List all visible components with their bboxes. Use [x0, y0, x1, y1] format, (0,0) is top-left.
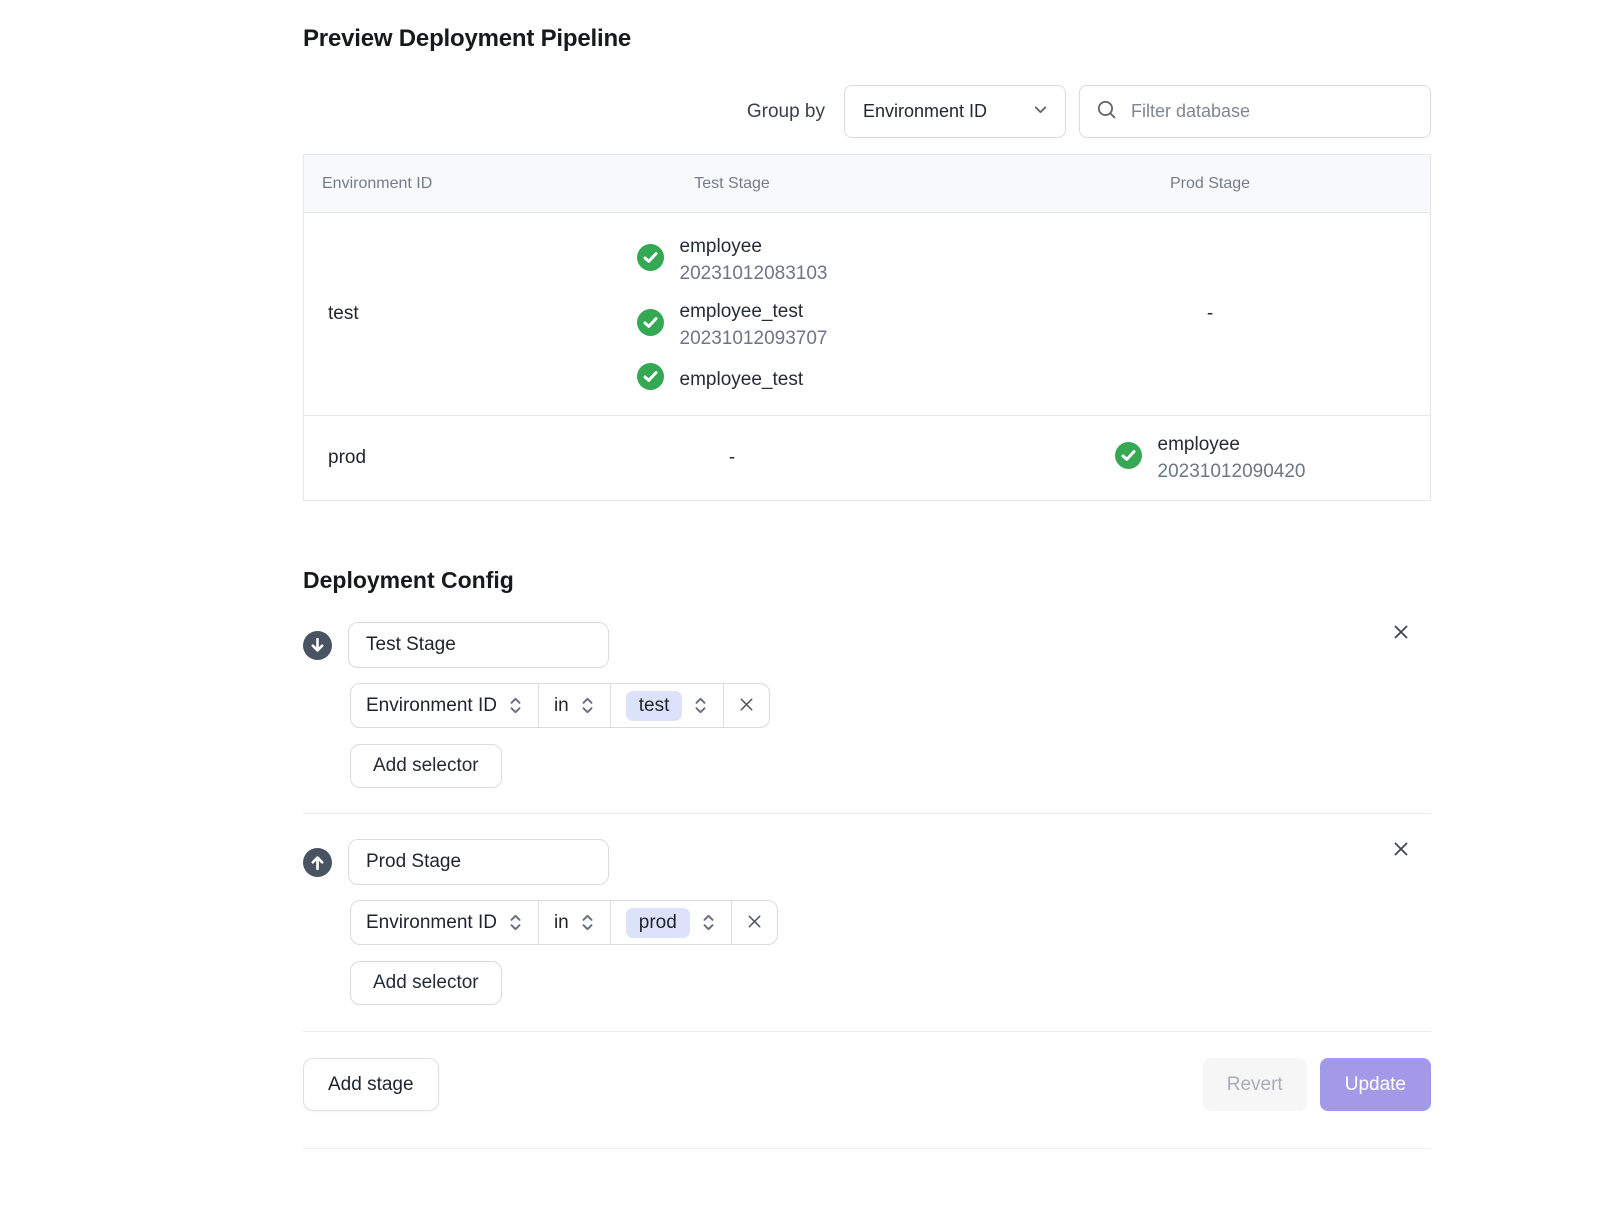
selector-value-tag: prod	[626, 908, 690, 938]
pipeline-table: Environment ID Test Stage Prod Stage tes…	[303, 154, 1431, 501]
selector-row: Environment ID in test	[350, 683, 770, 728]
database-entry: employee_test 20231012093707	[637, 298, 828, 352]
stage-config-test: Environment ID in test	[303, 622, 1431, 788]
main-content: Preview Deployment Pipeline Group by Env…	[303, 24, 1431, 1149]
selector-key-select[interactable]: Environment ID	[351, 684, 538, 727]
column-header-test-stage: Test Stage	[474, 175, 990, 193]
deployment-config-heading: Deployment Config	[303, 567, 1431, 594]
database-entry: employee 20231012083103	[637, 233, 828, 287]
database-version: 20231012083103	[680, 260, 828, 287]
table-row: test employee 20231012083103	[304, 213, 1430, 415]
search-icon	[1096, 99, 1117, 125]
group-by-label: Group by	[747, 101, 825, 123]
check-circle-icon	[637, 309, 664, 341]
stage-config-prod: Environment ID in prod	[303, 813, 1431, 1005]
move-stage-up-button[interactable]	[303, 848, 332, 877]
selector-row: Environment ID in prod	[350, 900, 778, 945]
toolbar: Group by Environment ID	[303, 85, 1431, 138]
environment-id-cell: test	[304, 303, 474, 325]
chevron-down-icon	[1032, 101, 1049, 123]
up-down-chevrons-icon	[701, 912, 716, 933]
selector-key-select[interactable]: Environment ID	[351, 901, 538, 944]
prod-stage-empty-cell: -	[990, 303, 1430, 325]
close-icon	[737, 695, 756, 717]
add-selector-button[interactable]: Add selector	[350, 961, 502, 1005]
check-circle-icon	[637, 363, 664, 395]
database-name: employee	[1158, 431, 1306, 458]
add-stage-button[interactable]: Add stage	[303, 1058, 439, 1111]
bottom-divider	[303, 1148, 1431, 1149]
database-version: 20231012090420	[1158, 458, 1306, 485]
up-down-chevrons-icon	[580, 912, 595, 933]
selector-operator-select[interactable]: in	[538, 684, 610, 727]
add-selector-button[interactable]: Add selector	[350, 744, 502, 788]
selector-values-select[interactable]: test	[610, 684, 724, 727]
column-header-environment-id: Environment ID	[304, 175, 474, 193]
database-name: employee_test	[680, 366, 804, 393]
group-by-selected-value: Environment ID	[863, 101, 987, 122]
column-header-prod-stage: Prod Stage	[990, 175, 1430, 193]
selector-operator-select[interactable]: in	[538, 901, 610, 944]
up-down-chevrons-icon	[580, 695, 595, 716]
selector-value-tag: test	[626, 691, 683, 721]
environment-id-cell: prod	[304, 447, 474, 469]
remove-stage-button[interactable]	[1387, 618, 1415, 646]
arrow-down-circle-icon	[303, 648, 332, 663]
remove-selector-button[interactable]	[731, 901, 777, 944]
check-circle-icon	[637, 244, 664, 276]
move-stage-down-button[interactable]	[303, 631, 332, 660]
remove-selector-button[interactable]	[723, 684, 769, 727]
filter-database-input[interactable]	[1129, 100, 1414, 123]
close-icon	[1391, 847, 1411, 862]
close-icon	[745, 912, 764, 934]
database-entry: employee_test	[637, 363, 828, 395]
table-header-row: Environment ID Test Stage Prod Stage	[304, 155, 1430, 213]
arrow-up-circle-icon	[303, 865, 332, 880]
selector-values-select[interactable]: prod	[610, 901, 731, 944]
stage-name-input[interactable]	[348, 839, 609, 885]
stage-name-input[interactable]	[348, 622, 609, 668]
selector-operator-value: in	[554, 695, 569, 717]
database-entry: employee 20231012090420	[1115, 431, 1306, 485]
group-by-select[interactable]: Environment ID	[844, 85, 1066, 138]
config-footer: Add stage Revert Update	[303, 1031, 1431, 1111]
close-icon	[1391, 630, 1411, 645]
test-stage-cell: employee 20231012083103 employee_test 20…	[474, 213, 990, 415]
database-name: employee_test	[680, 298, 828, 325]
selector-key-value: Environment ID	[366, 912, 497, 934]
up-down-chevrons-icon	[508, 912, 523, 933]
selector-key-value: Environment ID	[366, 695, 497, 717]
remove-stage-button[interactable]	[1387, 835, 1415, 863]
check-circle-icon	[1115, 442, 1142, 474]
selector-operator-value: in	[554, 912, 569, 934]
up-down-chevrons-icon	[693, 695, 708, 716]
update-button[interactable]: Update	[1320, 1058, 1431, 1111]
database-name: employee	[680, 233, 828, 260]
table-row: prod - employee 20231012090420	[304, 415, 1430, 500]
database-version: 20231012093707	[680, 325, 828, 352]
page-title: Preview Deployment Pipeline	[303, 24, 1431, 54]
up-down-chevrons-icon	[508, 695, 523, 716]
filter-database-box	[1079, 85, 1431, 138]
revert-button[interactable]: Revert	[1203, 1058, 1307, 1111]
prod-stage-cell: employee 20231012090420	[990, 416, 1430, 500]
test-stage-empty-cell: -	[474, 447, 990, 469]
